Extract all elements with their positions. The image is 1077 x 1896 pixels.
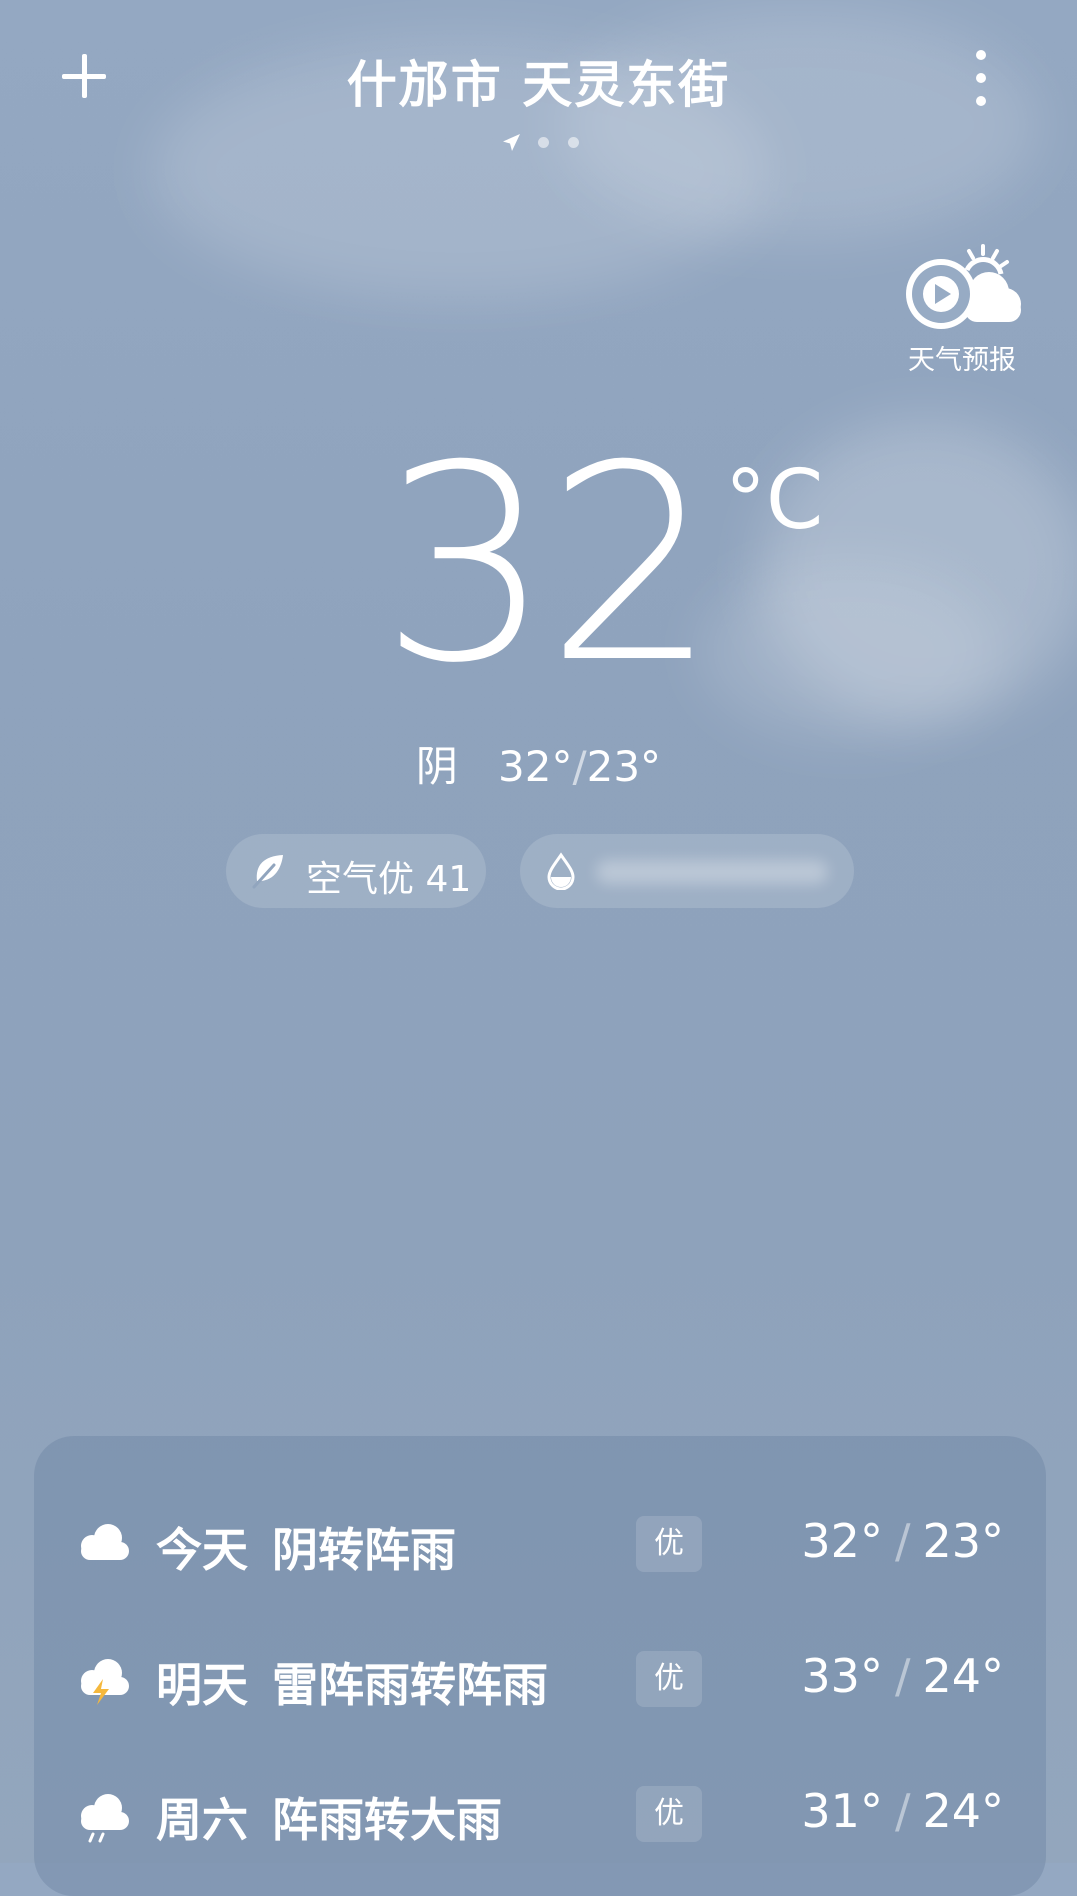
forecast-temperature-range: 31°/24° [801, 1784, 1004, 1838]
temp-separator: / [894, 1649, 911, 1703]
rain-forecast-text-blurred [596, 860, 828, 884]
temp-separator: / [894, 1784, 911, 1838]
water-drop-icon [547, 852, 575, 890]
page-indicator [500, 132, 600, 152]
forecast-condition: 雷阵雨转阵雨 [272, 1658, 548, 1712]
current-condition: 阴 [415, 742, 458, 791]
top-bar: 什邡市 天灵东街 [0, 0, 1077, 160]
aqi-badge: 优 [636, 1651, 702, 1707]
forecast-row-tomorrow[interactable]: 明天 雷阵雨转阵雨 优 33°/24° [34, 1627, 1046, 1727]
forecast-condition: 阵雨转大雨 [272, 1793, 502, 1847]
forecast-high: 33° [801, 1649, 883, 1703]
air-quality-text: 空气优 41 [306, 859, 472, 900]
cloud-icon [81, 1524, 129, 1560]
forecast-low: 24° [922, 1784, 1004, 1838]
forecast-temperature-range: 33°/24° [801, 1649, 1004, 1703]
thunderstorm-icon [81, 1659, 129, 1705]
forecast-row-saturday[interactable]: 周六 阵雨转大雨 优 31°/24° [34, 1762, 1046, 1862]
temperature-unit: °C [725, 453, 824, 548]
aqi-badge: 优 [636, 1516, 702, 1572]
weather-forecast-video-button[interactable]: 天气预报 [888, 240, 1036, 380]
temperature-value: 32 [380, 407, 718, 722]
rain-forecast-pill[interactable] [520, 834, 854, 908]
forecast-day: 周六 [156, 1793, 248, 1847]
forecast-row-today[interactable]: 今天 阴转阵雨 优 32°/23° [34, 1492, 1046, 1592]
page-dot [568, 137, 579, 148]
daily-forecast-card[interactable]: 今天 阴转阵雨 优 32°/23° 明天 雷阵雨转阵雨 优 33°/24° 周六… [34, 1436, 1046, 1896]
page-dot [538, 137, 549, 148]
leaf-icon [252, 855, 283, 889]
today-high: 32° [498, 742, 573, 791]
today-low: 23° [586, 742, 662, 791]
air-quality-pill[interactable]: 空气优 41 [226, 834, 486, 908]
current-temperature: 32 °C [0, 430, 1077, 700]
play-cloud-sun-icon [906, 244, 1021, 329]
temp-separator: / [894, 1514, 911, 1568]
forecast-video-label: 天气预报 [908, 345, 1016, 376]
forecast-low: 24° [922, 1649, 1004, 1703]
forecast-temperature-range: 32°/23° [801, 1514, 1004, 1568]
forecast-high: 31° [801, 1784, 883, 1838]
more-options-button[interactable] [966, 50, 996, 106]
forecast-day: 明天 [156, 1658, 248, 1712]
location-arrow-icon [503, 134, 520, 151]
forecast-low: 23° [922, 1514, 1004, 1568]
forecast-condition: 阴转阵雨 [272, 1523, 456, 1577]
temp-separator: / [572, 742, 587, 791]
aqi-badge: 优 [636, 1786, 702, 1842]
location-title[interactable]: 什邡市 天灵东街 [0, 45, 1077, 117]
weather-summary: 阴 32°/23° [0, 733, 1077, 794]
forecast-high: 32° [801, 1514, 883, 1568]
rain-cloud-icon [81, 1794, 129, 1843]
forecast-day: 今天 [156, 1523, 248, 1577]
